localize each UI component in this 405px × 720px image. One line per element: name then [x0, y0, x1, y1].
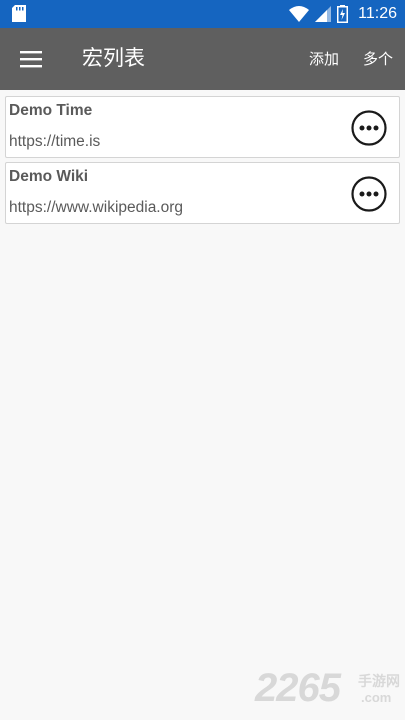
- macro-title: Demo Time: [9, 102, 93, 119]
- list-item[interactable]: Demo Wiki https://www.wikipedia.org: [5, 162, 400, 224]
- watermark-logo: 2265 手游网 .com: [255, 666, 401, 714]
- watermark-number: 2265: [255, 666, 341, 710]
- multi-button[interactable]: 多个: [363, 48, 393, 70]
- macro-url: https://www.wikipedia.org: [9, 199, 184, 216]
- status-time: 11:26: [358, 5, 397, 22]
- status-bar: 11:26: [0, 0, 405, 28]
- battery-charging-icon: [337, 5, 349, 23]
- app-bar: 宏列表 添加 多个: [0, 28, 405, 90]
- more-options-icon[interactable]: [351, 176, 387, 212]
- wifi-icon: [289, 6, 310, 22]
- sd-card-icon: [12, 5, 26, 22]
- list-item[interactable]: Demo Time https://time.is: [5, 96, 400, 158]
- watermark-site: 手游网: [358, 674, 400, 690]
- macro-list: Demo Time https://time.is Demo Wiki http…: [5, 96, 400, 228]
- macro-title: Demo Wiki: [9, 168, 89, 185]
- more-options-icon[interactable]: [351, 110, 387, 146]
- watermark-domain: .com: [361, 690, 392, 705]
- hamburger-menu-icon[interactable]: [18, 47, 44, 71]
- add-button[interactable]: 添加: [309, 48, 339, 70]
- page-title: 宏列表: [82, 46, 145, 70]
- signal-icon: [315, 6, 332, 22]
- macro-url: https://time.is: [9, 133, 101, 150]
